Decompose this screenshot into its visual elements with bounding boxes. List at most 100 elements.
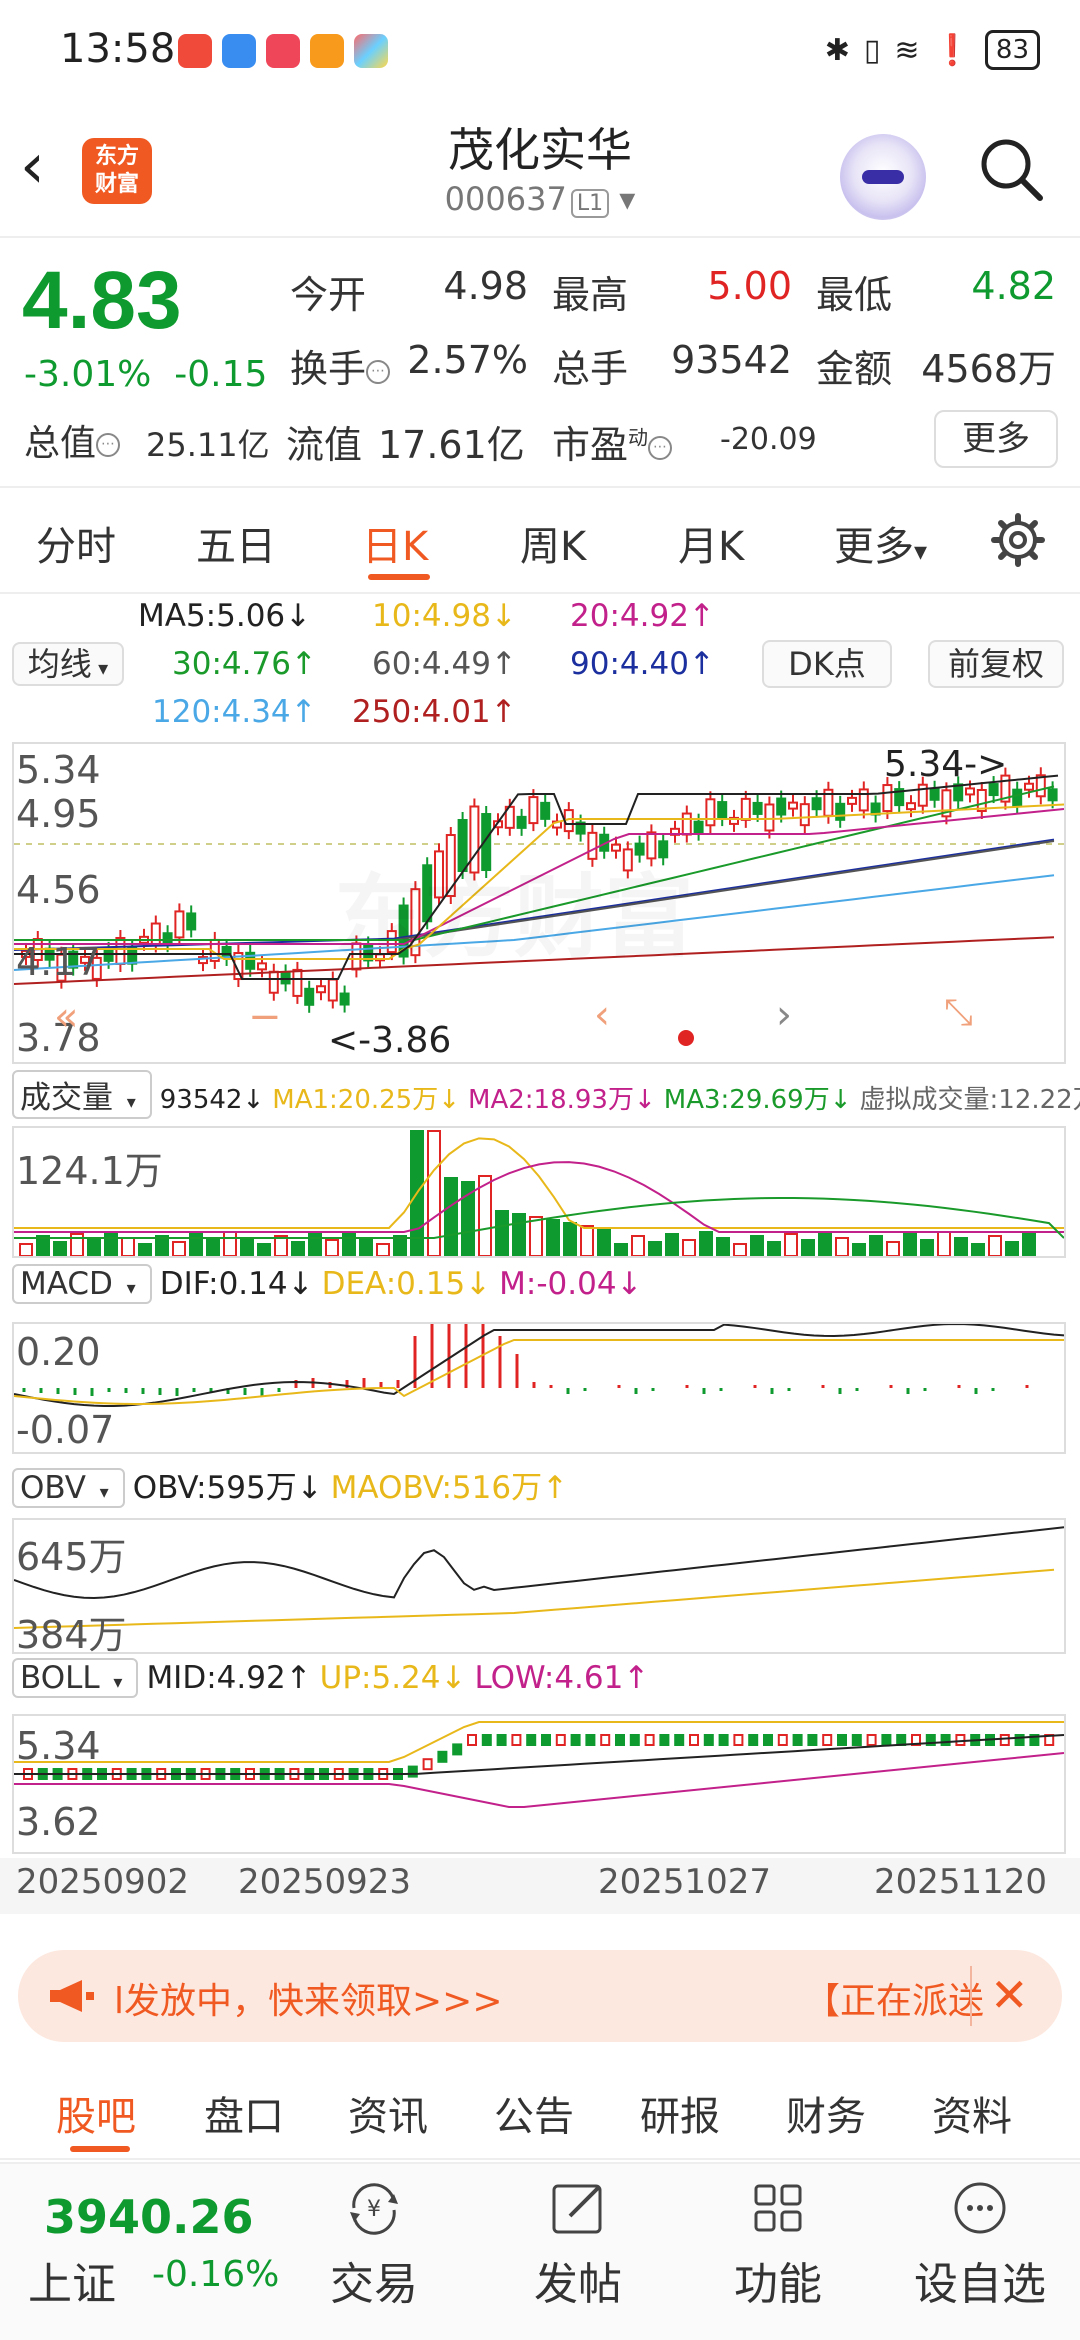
candle-body (752, 801, 763, 815)
tab-announcements[interactable]: 公告 (494, 2084, 574, 2142)
boll-candle (644, 1734, 655, 1746)
tab-monthly-k[interactable]: 月K (678, 514, 744, 572)
banner-text-secondary: 【正在派送 (804, 1981, 985, 2022)
candle-body (799, 803, 810, 827)
volume-value: 93542↓ (159, 1085, 265, 1115)
boll-chart[interactable]: 5.34 3.62 (12, 1714, 1066, 1854)
info-icon[interactable]: ⋯ (366, 359, 391, 384)
tab-intraday[interactable]: 分时 (36, 514, 116, 572)
assistant-robot-icon[interactable] (840, 134, 926, 220)
price-change: -3.01% -0.15 (24, 354, 267, 395)
more-button[interactable]: 更多 (934, 410, 1058, 468)
boll-candle (807, 1734, 818, 1746)
functions-button[interactable]: 功能 (708, 2176, 848, 2312)
ma120-value: 120:4.34↑ (152, 694, 317, 730)
candle-body (681, 812, 692, 836)
bottom-toolbar: 3940.26 上证 -0.16% ¥ 交易 发帖 功能 设自选 (0, 2162, 1080, 2340)
date-label: 20250902 (16, 1862, 190, 1902)
volume-bar (240, 1237, 254, 1256)
volume-value: 93542 (671, 338, 792, 382)
volume-bar (223, 1231, 237, 1256)
ma-selector[interactable]: 均线 ▾ (12, 642, 124, 686)
macd-dif: DIF:0.14↓ (159, 1266, 314, 1302)
scroll-right-icon[interactable]: › (776, 992, 792, 1038)
tab-finance[interactable]: 财务 (786, 2084, 866, 2142)
tab-news[interactable]: 资讯 (348, 2084, 428, 2142)
candle-body (835, 802, 846, 821)
amount-label: 金额 (816, 347, 893, 391)
boll-candle (748, 1734, 759, 1746)
turnover-label: 换手 ⋯ (290, 338, 391, 393)
app-notification-icon (354, 34, 388, 68)
ma10-value: 10:4.98↓ (372, 598, 517, 634)
macd-dea: DEA:0.15↓ (321, 1266, 492, 1302)
status-bar: 13:58 ✱ ▯ ≋ ❗ 83 (0, 0, 1080, 100)
candle-body (858, 788, 869, 812)
candle-body (847, 796, 857, 805)
status-indicators: ✱ ▯ ≋ ❗ 83 (825, 30, 1040, 70)
boll-selector[interactable]: BOLL ▾ (12, 1658, 139, 1698)
dk-point-button[interactable]: DK点 (762, 640, 892, 688)
candle-body (327, 978, 338, 1002)
tab-weekly-k[interactable]: 周K (520, 514, 586, 572)
scroll-left-icon[interactable]: ‹ (594, 992, 610, 1038)
candle-body (528, 796, 539, 825)
volume-bar (937, 1231, 951, 1256)
boll-candle (511, 1734, 522, 1746)
post-button[interactable]: 发帖 (508, 2176, 648, 2312)
volume-bar (665, 1233, 679, 1256)
tab-research[interactable]: 研报 (640, 2084, 720, 2142)
boll-candle (481, 1734, 492, 1746)
info-icon[interactable]: ⋯ (96, 433, 121, 457)
volume-bar (529, 1216, 543, 1256)
total-value-label: 总值 ⋯ (24, 414, 121, 466)
gear-icon[interactable] (990, 512, 1046, 568)
date-label: 20251120 (874, 1862, 1048, 1902)
search-icon[interactable] (976, 134, 1046, 204)
candle-body (988, 783, 999, 797)
tab-pankou[interactable]: 盘口 (204, 2084, 284, 2142)
tab-five-day[interactable]: 五日 (196, 514, 276, 572)
boll-mid: MID:4.92↑ (146, 1660, 312, 1696)
date-label: 20251027 (598, 1862, 772, 1902)
volume-ma2: MA2:18.93万↓ (468, 1085, 656, 1115)
volume-bar (801, 1239, 815, 1256)
macd-chart[interactable]: 0.20 -0.07 (12, 1322, 1066, 1454)
tab-guba[interactable]: 股吧 (56, 2084, 136, 2142)
obv-y-label: 645万 (16, 1535, 127, 1579)
close-icon[interactable]: ✕ (990, 1968, 1029, 2022)
volume-selector[interactable]: 成交量 ▾ (12, 1070, 152, 1119)
macd-selector[interactable]: MACD ▾ (12, 1264, 152, 1304)
trade-button[interactable]: ¥ 交易 (304, 2176, 444, 2312)
obv-y-label: 384万 (16, 1613, 127, 1657)
zoom-out-icon[interactable]: − (248, 994, 282, 1040)
boll-candle (718, 1734, 729, 1746)
promo-banner[interactable]: l发放中，快来领取>>> 【正在派送 ✕ (18, 1950, 1062, 2042)
kline-chart[interactable]: 东方财富 5.34 4.95 4.56 4.17 3.78 5.34-> <-3… (12, 742, 1066, 1064)
scroll-left-far-icon[interactable]: « (54, 994, 78, 1040)
active-tab-indicator (70, 2146, 130, 2152)
info-icon[interactable]: ⋯ (648, 435, 673, 460)
pe-value: -20.09 (720, 422, 817, 457)
tab-daily-k[interactable]: 日K (362, 514, 428, 572)
obv-selector[interactable]: OBV ▾ (12, 1468, 125, 1508)
volume-chart[interactable]: 124.1万 (12, 1126, 1066, 1258)
candle-body (811, 797, 822, 811)
add-watchlist-button[interactable]: 设自选 (910, 2176, 1050, 2312)
fullscreen-icon[interactable]: ⤡ (944, 992, 973, 1034)
candle-body (150, 922, 161, 946)
boll-y-label: 3.62 (16, 1800, 101, 1844)
volume-bar (138, 1243, 152, 1256)
open-label: 今开 (290, 273, 367, 317)
candle-body (540, 801, 551, 820)
stock-code-text: 000637 (444, 180, 567, 218)
notification-icons (178, 34, 388, 68)
boll-candle (629, 1734, 640, 1746)
ma5-value: MA5:5.06↓ (138, 598, 312, 634)
tab-profile[interactable]: 资料 (932, 2084, 1012, 2142)
volume-bar (376, 1243, 390, 1256)
boll-candle (777, 1734, 788, 1746)
adjust-button[interactable]: 前复权 (928, 640, 1064, 688)
obv-chart[interactable]: 645万 384万 (12, 1518, 1066, 1657)
tab-more[interactable]: 更多▾ (834, 514, 927, 572)
